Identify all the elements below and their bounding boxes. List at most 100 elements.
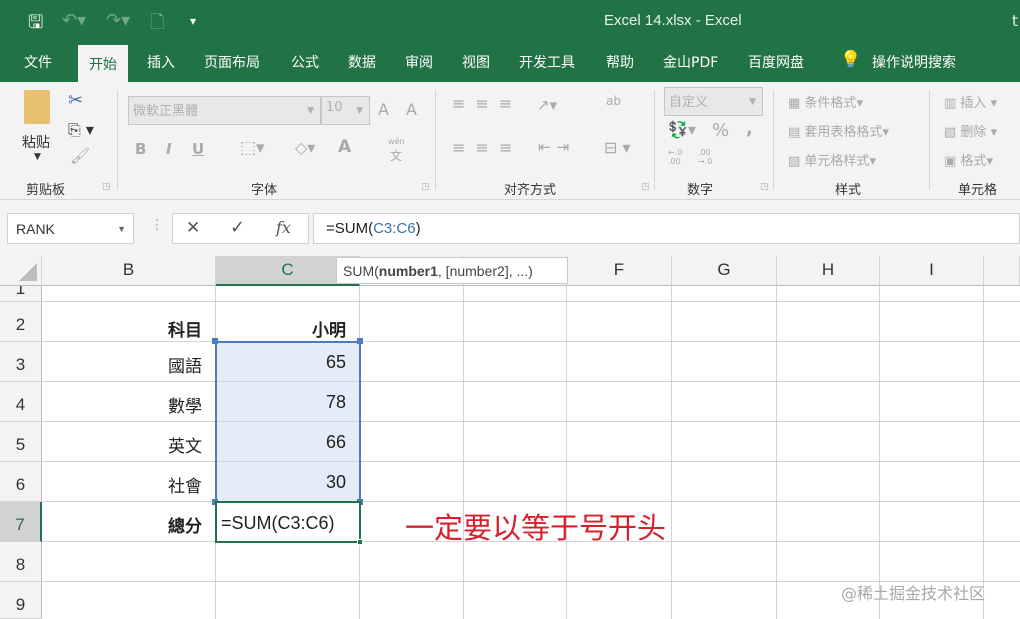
delete-cells-button[interactable]: ▧ 删除 ▾ — [944, 121, 997, 140]
orientation-icon[interactable]: ↗▾ — [537, 96, 557, 114]
function-tooltip[interactable]: SUM(number1, [number2], ...) — [336, 257, 568, 284]
paste-dropdown-icon[interactable]: ▼ — [34, 152, 41, 162]
borders-icon[interactable]: ⬚▾ — [240, 138, 265, 158]
insert-function-button[interactable]: fx — [276, 218, 291, 237]
font-name-select[interactable]: 微軟正黑體 ▼ — [128, 96, 321, 125]
name-box[interactable]: RANK ▼ — [7, 213, 134, 244]
title-bar: 🖫 ↶▾ ↷▾ 🗋 ▾ Excel 14.xlsx - Excel t — [0, 0, 1020, 42]
cell-b6[interactable]: 社會 — [42, 472, 216, 497]
row-header-5[interactable]: 5 — [0, 422, 42, 462]
tab-data[interactable]: 数据 — [348, 52, 376, 72]
column-header-h[interactable]: H — [777, 256, 880, 286]
percent-button[interactable]: % — [712, 120, 729, 141]
column-header-j[interactable] — [984, 256, 1020, 286]
column-header-i[interactable]: I — [880, 256, 984, 286]
fill-handle[interactable] — [357, 539, 363, 545]
row-header-2[interactable]: 2 — [0, 302, 42, 342]
tell-me-search[interactable]: 操作说明搜索 — [872, 52, 956, 72]
formula-input[interactable]: =SUM(C3:C6) — [313, 213, 1020, 244]
shrink-font-button[interactable]: A — [406, 100, 417, 119]
tab-home[interactable]: 开始 — [78, 45, 128, 82]
row-header-3[interactable]: 3 — [0, 342, 42, 382]
row-header-9[interactable]: 9 — [0, 582, 42, 619]
comma-button[interactable]: , — [746, 118, 753, 139]
row-header-8[interactable]: 8 — [0, 542, 42, 582]
italic-button[interactable]: I — [166, 140, 172, 158]
tab-insert[interactable]: 插入 — [147, 52, 175, 72]
alignment-group-label: 对齐方式 — [504, 183, 557, 198]
paste-button[interactable]: 粘贴 — [22, 132, 50, 152]
underline-button[interactable]: U — [192, 140, 204, 158]
cell-c5[interactable]: 66 — [216, 432, 360, 453]
tab-kingsoft-pdf[interactable]: 金山PDF — [663, 52, 718, 72]
lightbulb-icon: 💡 — [840, 50, 862, 70]
cell-b7[interactable]: 總分 — [42, 512, 216, 537]
cell-b2[interactable]: 科目 — [42, 316, 216, 341]
font-size-select[interactable]: 10 ▼ — [321, 96, 370, 125]
undo-icon[interactable]: ↶▾ — [62, 10, 86, 31]
tab-view[interactable]: 视图 — [462, 52, 490, 72]
worksheet-grid[interactable]: B C D E F G H I 1 2 3 4 5 6 7 8 9 科目 小明 … — [0, 256, 1020, 619]
cell-c4[interactable]: 78 — [216, 392, 360, 413]
accounting-format-icon[interactable]: 💱▾ — [668, 120, 696, 139]
redo-icon[interactable]: ↷▾ — [106, 10, 130, 31]
format-as-table-button[interactable]: ▤ 套用表格格式▾ — [788, 121, 889, 140]
tab-baidu-netdisk[interactable]: 百度网盘 — [748, 52, 804, 72]
cell-c2[interactable]: 小明 — [216, 316, 360, 341]
font-launcher-icon[interactable]: ◳ — [421, 182, 430, 192]
row-header-6[interactable]: 6 — [0, 462, 42, 502]
number-launcher-icon[interactable]: ◳ — [760, 182, 769, 192]
cell-b3[interactable]: 國語 — [42, 352, 216, 377]
column-header-g[interactable]: G — [672, 256, 777, 286]
format-cells-button[interactable]: ▣ 格式▾ — [944, 150, 993, 169]
insert-cells-button[interactable]: ▥ 插入 ▾ — [944, 92, 997, 111]
fill-color-icon[interactable]: ◇▾ — [295, 138, 315, 157]
horizontal-align-icons[interactable]: ≡≡≡ — [452, 138, 522, 157]
conditional-formatting-button[interactable]: ▦ 条件格式▾ — [788, 92, 863, 111]
row-header-4[interactable]: 4 — [0, 382, 42, 422]
enter-button[interactable]: ✓ — [230, 217, 245, 238]
tab-file[interactable]: 文件 — [24, 52, 52, 72]
print-preview-icon[interactable]: 🗋 — [150, 10, 164, 40]
customize-toolbar-icon[interactable]: ▾ — [190, 14, 196, 28]
copy-icon[interactable]: ⎘ ▾ — [68, 120, 94, 140]
indent-icons[interactable]: ⇤⇥ — [538, 138, 575, 156]
select-all-corner[interactable] — [0, 256, 42, 286]
styles-group-label: 样式 — [835, 183, 862, 198]
phonetic-guide-button[interactable]: 文 — [390, 147, 402, 164]
active-cell-c7[interactable]: =SUM(C3:C6) — [215, 501, 361, 543]
cell-c3[interactable]: 65 — [216, 352, 360, 373]
paste-icon[interactable] — [24, 90, 50, 124]
row-header-7[interactable]: 7 — [0, 502, 42, 542]
tab-page-layout[interactable]: 页面布局 — [204, 52, 260, 72]
formula-bar-grip-icon[interactable]: ⋮ — [150, 217, 164, 233]
format-painter-icon[interactable]: 🖌 — [70, 146, 90, 165]
vertical-align-icons[interactable]: ≡≡≡ — [452, 94, 522, 113]
increase-decimal-button[interactable]: ←.0 .00 — [668, 148, 682, 166]
tab-formulas[interactable]: 公式 — [291, 52, 319, 72]
cell-b4[interactable]: 數學 — [42, 392, 216, 417]
grow-font-button[interactable]: A — [378, 100, 389, 119]
tab-review[interactable]: 审阅 — [405, 52, 433, 72]
clipboard-launcher-icon[interactable]: ◳ — [102, 182, 111, 192]
alignment-launcher-icon[interactable]: ◳ — [641, 182, 650, 192]
wrap-text-button[interactable]: ab — [606, 94, 621, 108]
cell-c6[interactable]: 30 — [216, 472, 360, 493]
font-color-button[interactable]: A — [338, 137, 351, 157]
decrease-decimal-button[interactable]: .00 →.0 — [698, 148, 712, 166]
bold-button[interactable]: B — [135, 140, 146, 158]
font-name-value: 微軟正黑體 — [133, 104, 199, 119]
cancel-entry-button[interactable]: ✕ — [186, 218, 200, 238]
column-header-f[interactable]: F — [567, 256, 672, 286]
tab-developer[interactable]: 开发工具 — [519, 52, 575, 72]
column-header-b[interactable]: B — [42, 256, 216, 286]
merge-center-icon[interactable]: ⊟ ▾ — [604, 138, 631, 157]
cell-styles-button[interactable]: ▨ 单元格样式▾ — [788, 150, 876, 169]
cell-b5[interactable]: 英文 — [42, 432, 216, 457]
tab-help[interactable]: 帮助 — [606, 52, 634, 72]
cut-icon[interactable]: ✂ — [68, 90, 83, 111]
save-icon[interactable]: 🖫 — [28, 10, 43, 40]
name-box-dropdown-icon[interactable]: ▼ — [117, 224, 126, 234]
number-format-select[interactable]: 自定义 ▼ — [664, 87, 763, 116]
row-header-1[interactable]: 1 — [0, 286, 42, 302]
